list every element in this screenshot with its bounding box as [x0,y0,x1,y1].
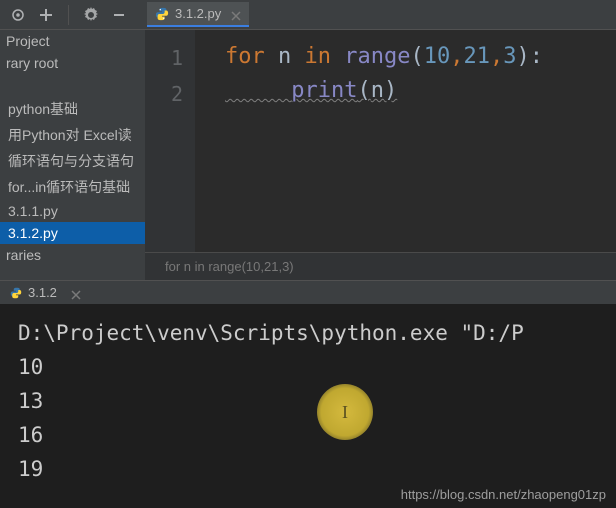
sidebar-item-file-active[interactable]: 3.1.2.py [0,222,145,244]
run-tab-label: 3.1.2 [28,285,57,300]
code-line: for n in range(10,21,3): [225,40,616,74]
line-number: 1 [145,40,195,76]
project-sidebar: Project rary root python基础 用Python对 Exce… [0,30,145,280]
watermark: https://blog.csdn.net/zhaopeng01zp [401,487,606,502]
run-tab-bar: 3.1.2 [0,280,616,304]
console-command: D:\Project\venv\Scripts\python.exe "D:/P [18,316,598,350]
locate-icon[interactable] [10,7,26,23]
breadcrumb[interactable]: for n in range(10,21,3) [145,252,616,280]
main-area: Project rary root python基础 用Python对 Exce… [0,30,616,280]
divider [68,5,69,25]
sidebar-item-folder[interactable]: python基础 [0,96,145,122]
close-icon[interactable] [71,288,81,298]
sync-icon[interactable] [38,7,54,23]
close-icon[interactable] [231,9,241,19]
cursor-highlight: I [317,384,373,440]
sidebar-item-folder[interactable]: 循环语句与分支语句 [0,148,145,174]
gear-icon[interactable] [83,7,99,23]
python-file-icon [155,7,169,21]
tab-label: 3.1.2.py [175,6,221,21]
sidebar-item-project[interactable]: Project [0,30,145,52]
tab-bar: 3.1.2.py [137,2,249,27]
console-line: 16 [18,418,598,452]
console-output[interactable]: D:\Project\venv\Scripts\python.exe "D:/P… [0,304,616,508]
python-file-icon [10,287,22,299]
editor-wrap: 1 2 for n in range(10,21,3): print(n) fo… [145,30,616,280]
sidebar-item-folder[interactable]: 用Python对 Excel读 [0,122,145,148]
sidebar-item-library-root[interactable]: rary root [0,52,145,74]
console-line: 19 [18,452,598,486]
toolbar: 3.1.2.py [0,0,616,30]
console-line: 13 [18,384,598,418]
code-editor[interactable]: 1 2 for n in range(10,21,3): print(n) [145,30,616,252]
code-line: print(n) [225,74,616,108]
run-tab[interactable]: 3.1.2 [0,283,91,302]
sidebar-item-libraries[interactable]: raries [0,244,145,266]
sidebar-item-folder[interactable]: for...in循环语句基础 [0,174,145,200]
editor-tab[interactable]: 3.1.2.py [147,2,249,27]
sidebar-item-file[interactable]: 3.1.1.py [0,200,145,222]
code-area[interactable]: for n in range(10,21,3): print(n) [195,30,616,252]
console-line: 10 [18,350,598,384]
line-gutter: 1 2 [145,30,195,252]
minimize-icon[interactable] [111,7,127,23]
line-number: 2 [145,76,195,112]
